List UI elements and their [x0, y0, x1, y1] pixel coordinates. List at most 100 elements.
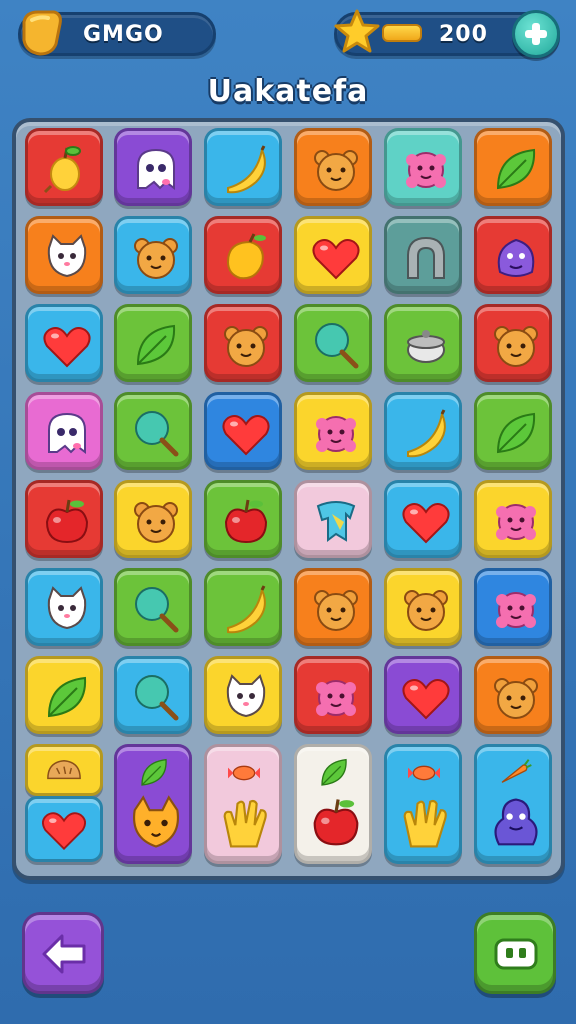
add-coins-button[interactable]	[512, 10, 560, 58]
tile[interactable]	[474, 392, 552, 470]
tile[interactable]	[294, 304, 372, 382]
tile[interactable]	[474, 480, 552, 558]
bear-icon	[314, 590, 358, 631]
tile[interactable]	[384, 656, 462, 734]
apple-icon	[45, 499, 89, 544]
tile[interactable]	[114, 568, 192, 646]
tile[interactable]	[294, 568, 372, 646]
banana-icon	[407, 409, 446, 458]
tile[interactable]	[474, 744, 552, 864]
tile[interactable]	[294, 480, 372, 558]
tile[interactable]	[204, 128, 282, 206]
tile[interactable]	[474, 216, 552, 294]
coin-bar-icon	[382, 24, 422, 42]
tile[interactable]	[384, 392, 462, 470]
shield-icon	[22, 10, 62, 56]
tile[interactable]	[114, 128, 192, 206]
tile[interactable]	[204, 216, 282, 294]
tile[interactable]	[114, 744, 192, 864]
tile[interactable]	[294, 128, 372, 206]
tile[interactable]	[25, 304, 103, 382]
back-arrow-icon	[42, 934, 86, 974]
tile[interactable]	[384, 128, 462, 206]
lollipop-icon	[135, 411, 179, 457]
leaf-icon	[136, 324, 176, 366]
lollipop-icon	[135, 587, 179, 633]
game-board	[12, 118, 565, 880]
heart-icon	[43, 327, 91, 368]
tile[interactable]	[294, 392, 372, 470]
apple-icon	[313, 799, 359, 846]
tile[interactable]	[114, 392, 192, 470]
tile[interactable]	[384, 304, 462, 382]
tile[interactable]	[474, 568, 552, 646]
ghost-icon	[48, 412, 86, 454]
tile[interactable]	[294, 216, 372, 294]
banana-icon	[227, 585, 266, 634]
cat-icon	[226, 674, 266, 718]
bear-icon	[404, 590, 448, 631]
tile[interactable]	[294, 656, 372, 734]
star-icon	[334, 9, 380, 53]
tile[interactable]	[204, 392, 282, 470]
coin-count: 200	[439, 22, 488, 47]
tile[interactable]	[25, 744, 103, 864]
lollipop-icon	[315, 323, 359, 369]
flower-icon	[496, 504, 536, 540]
tile[interactable]	[474, 656, 552, 734]
heart-icon	[402, 679, 450, 720]
tile[interactable]	[384, 216, 462, 294]
tile[interactable]	[25, 128, 103, 206]
tile-top	[25, 744, 103, 796]
cat-icon	[47, 586, 87, 630]
tile[interactable]	[204, 568, 282, 646]
tile[interactable]	[114, 656, 192, 734]
tile[interactable]	[474, 304, 552, 382]
tile[interactable]	[384, 568, 462, 646]
tile[interactable]	[114, 304, 192, 382]
tile[interactable]	[384, 744, 462, 864]
heart-icon	[312, 239, 360, 280]
horseshoe-icon	[407, 236, 445, 279]
back-button[interactable]	[22, 912, 104, 994]
flower-icon	[406, 152, 446, 188]
tile[interactable]	[204, 304, 282, 382]
bear-icon	[494, 326, 538, 367]
tile[interactable]	[25, 568, 103, 646]
menu-button[interactable]	[474, 912, 556, 994]
tile[interactable]	[384, 480, 462, 558]
player-name: GMGO	[83, 22, 164, 47]
tile[interactable]	[204, 656, 282, 734]
cat-icon	[47, 234, 87, 278]
tile[interactable]	[294, 744, 372, 864]
bear-icon	[134, 238, 178, 279]
tile[interactable]	[204, 744, 282, 864]
bread-icon	[47, 759, 81, 780]
tile[interactable]	[474, 128, 552, 206]
leaf-icon	[496, 148, 536, 190]
tile[interactable]	[114, 216, 192, 294]
bear-icon	[494, 678, 538, 719]
fox-icon	[133, 795, 179, 848]
tile[interactable]	[25, 392, 103, 470]
pot-icon	[407, 330, 445, 363]
monster-icon	[494, 798, 538, 846]
heart-icon	[42, 812, 86, 850]
mango-icon	[226, 233, 266, 280]
leaf-icon	[141, 758, 167, 786]
tile[interactable]	[204, 480, 282, 558]
tile[interactable]	[114, 480, 192, 558]
leaf-icon	[321, 758, 347, 786]
tile[interactable]	[25, 656, 103, 734]
tile[interactable]	[25, 216, 103, 294]
ghost-icon	[137, 148, 175, 190]
hand-icon	[403, 799, 447, 848]
flower-icon	[316, 680, 356, 716]
plus-icon	[525, 23, 547, 45]
leaf-icon	[496, 412, 536, 454]
flower-icon	[316, 416, 356, 452]
carrot-icon	[501, 759, 532, 783]
bear-icon	[224, 326, 268, 367]
tile[interactable]	[25, 480, 103, 558]
apple-icon	[224, 499, 268, 544]
